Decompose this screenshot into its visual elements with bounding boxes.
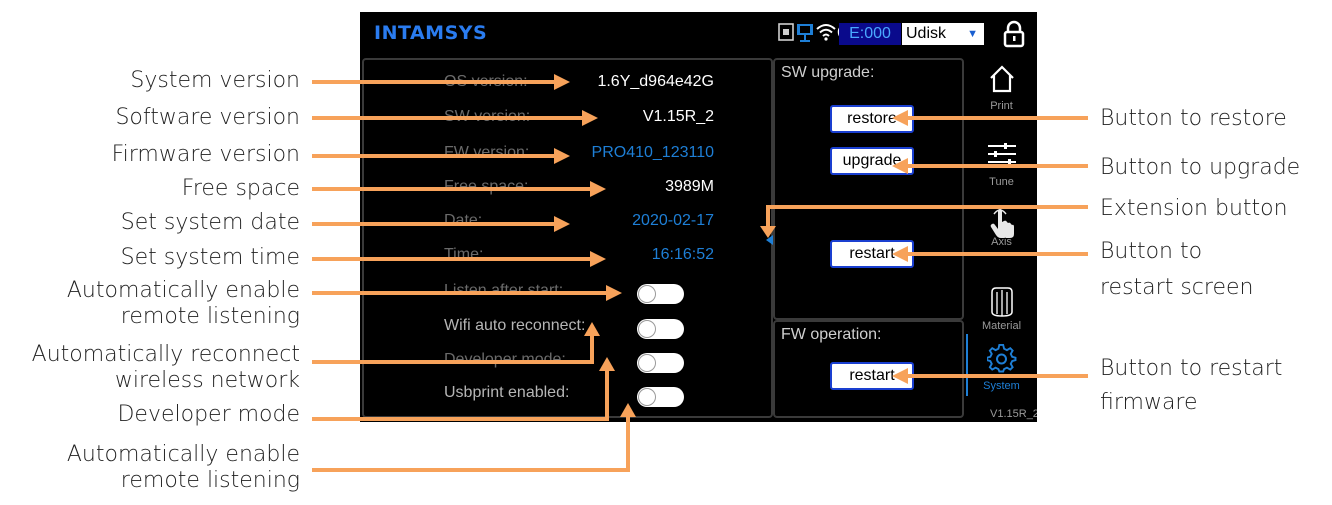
callout-leader-lines [312, 74, 1088, 472]
leader-arrowhead [892, 158, 908, 174]
leader-arrowhead [554, 148, 570, 164]
leader-extension [766, 205, 1088, 230]
leader-arrowhead [554, 216, 570, 232]
leader-arrowhead [760, 226, 776, 238]
leader-arrowhead [590, 181, 606, 197]
leader-arrowhead [892, 110, 908, 126]
leader-arrowhead [590, 251, 606, 267]
leader-wifi-reconnect [312, 331, 594, 364]
leader-arrowhead [584, 322, 600, 336]
leader-arrowhead [599, 357, 615, 371]
leader-arrowhead [620, 403, 636, 417]
leader-arrowhead [554, 74, 570, 90]
leader-arrowhead [606, 285, 622, 301]
leader-arrowhead [582, 110, 598, 126]
leader-developer-mode [312, 366, 609, 421]
leader-arrowhead [892, 368, 908, 384]
leader-arrowhead [892, 246, 908, 262]
